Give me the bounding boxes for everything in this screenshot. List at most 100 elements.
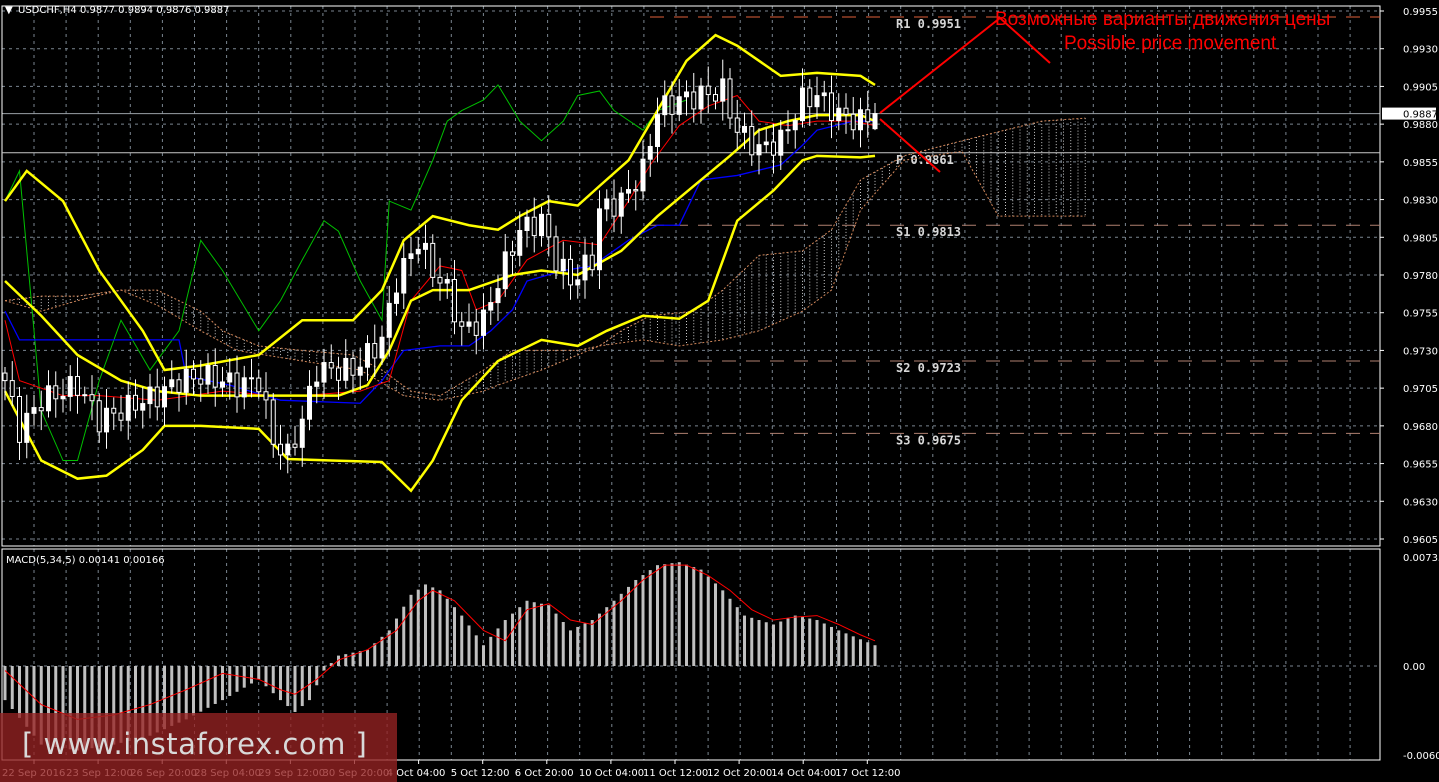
candle[interactable] <box>111 397 117 430</box>
candle[interactable] <box>539 206 544 247</box>
candle[interactable] <box>481 293 486 350</box>
candle[interactable] <box>299 405 305 467</box>
candle[interactable] <box>582 238 588 299</box>
candle[interactable] <box>234 355 240 413</box>
candle[interactable] <box>314 365 320 404</box>
candle[interactable] <box>698 77 704 124</box>
candles[interactable] <box>2 59 878 474</box>
candle[interactable] <box>829 75 834 139</box>
candle[interactable] <box>75 357 80 414</box>
candle[interactable] <box>140 387 146 429</box>
candle[interactable] <box>401 243 407 309</box>
macd-bar <box>221 666 224 701</box>
candle[interactable] <box>278 424 283 470</box>
candle[interactable] <box>220 366 225 397</box>
candle[interactable] <box>763 128 769 153</box>
candle[interactable] <box>466 303 472 334</box>
candle[interactable] <box>510 240 515 275</box>
candle[interactable] <box>720 59 726 121</box>
candle[interactable] <box>858 97 863 148</box>
candle[interactable] <box>662 80 668 128</box>
candle[interactable] <box>568 245 573 300</box>
candle[interactable] <box>727 68 733 130</box>
candle[interactable] <box>147 373 153 419</box>
candle[interactable] <box>350 351 356 394</box>
candle[interactable] <box>263 372 269 419</box>
candle[interactable] <box>423 224 428 269</box>
candle[interactable] <box>328 344 334 380</box>
trading-chart[interactable]: R1 0.9951P 0.9861S1 0.9813S2 0.9723S3 0.… <box>0 0 1439 782</box>
candle[interactable] <box>734 99 740 150</box>
candle[interactable] <box>604 189 610 222</box>
candle[interactable] <box>444 273 450 299</box>
chart-menu-arrow-icon[interactable]: ▼ <box>5 5 13 16</box>
candle[interactable] <box>9 361 15 407</box>
candle[interactable] <box>408 236 414 277</box>
x-tick-label: 10 Oct 04:00 <box>579 768 644 779</box>
candle[interactable] <box>524 209 530 248</box>
candle[interactable] <box>394 278 399 316</box>
candle[interactable] <box>684 80 689 116</box>
candle[interactable] <box>270 392 276 458</box>
candle-body <box>444 278 450 284</box>
candle[interactable] <box>560 241 566 290</box>
candle[interactable] <box>850 96 856 140</box>
candle[interactable] <box>749 110 755 166</box>
candle[interactable] <box>553 225 559 280</box>
candle[interactable] <box>597 190 602 290</box>
candle[interactable] <box>517 211 523 267</box>
candle[interactable] <box>67 365 73 412</box>
candle[interactable] <box>307 370 312 431</box>
candle[interactable] <box>17 386 22 461</box>
candle[interactable] <box>343 339 349 389</box>
candle[interactable] <box>473 308 479 355</box>
candle[interactable] <box>502 233 508 297</box>
candle[interactable] <box>676 79 682 122</box>
candle[interactable] <box>488 286 494 325</box>
candle[interactable] <box>31 394 37 426</box>
candle[interactable] <box>531 197 537 253</box>
candle[interactable] <box>640 140 646 201</box>
candle-body <box>531 216 537 237</box>
candle[interactable] <box>589 242 595 277</box>
candle[interactable] <box>212 348 218 407</box>
ohlc-values: 0.9877 0.9894 0.9876 0.9887 <box>80 5 230 16</box>
candle-body <box>597 208 602 271</box>
candle[interactable] <box>82 386 88 404</box>
candle[interactable] <box>241 365 247 410</box>
candle[interactable] <box>647 133 653 177</box>
candle[interactable] <box>154 368 160 421</box>
candle[interactable] <box>24 394 30 459</box>
candle[interactable] <box>778 120 784 170</box>
candle[interactable] <box>357 347 363 391</box>
candle[interactable] <box>821 80 827 112</box>
candle[interactable] <box>46 370 51 418</box>
candle[interactable] <box>227 358 233 400</box>
candle-body <box>191 368 196 380</box>
candle[interactable] <box>633 180 639 211</box>
candle[interactable] <box>430 234 436 288</box>
price-axis[interactable]: 0.9955 0.9930 0.9905 0.9880 0.9855 0.9830 0.98… <box>1380 7 1439 762</box>
candle[interactable] <box>843 93 849 134</box>
candle[interactable] <box>53 371 59 418</box>
candle[interactable] <box>452 260 457 335</box>
candle[interactable] <box>713 87 718 110</box>
candle[interactable] <box>104 389 109 449</box>
candle[interactable] <box>872 103 878 131</box>
candle[interactable] <box>162 376 167 426</box>
candle[interactable] <box>459 311 465 346</box>
candle[interactable] <box>756 128 762 175</box>
candle[interactable] <box>285 433 291 474</box>
candle[interactable] <box>176 373 182 412</box>
candle[interactable] <box>785 110 791 144</box>
candle-body <box>771 141 776 156</box>
candle[interactable] <box>575 264 581 299</box>
candle[interactable] <box>814 76 820 120</box>
candle[interactable] <box>618 186 624 234</box>
candle[interactable] <box>865 90 871 138</box>
candle[interactable] <box>437 257 443 301</box>
candle[interactable] <box>125 381 131 440</box>
macd-bar <box>554 613 558 666</box>
candle[interactable] <box>292 425 298 456</box>
candle[interactable] <box>365 335 370 381</box>
